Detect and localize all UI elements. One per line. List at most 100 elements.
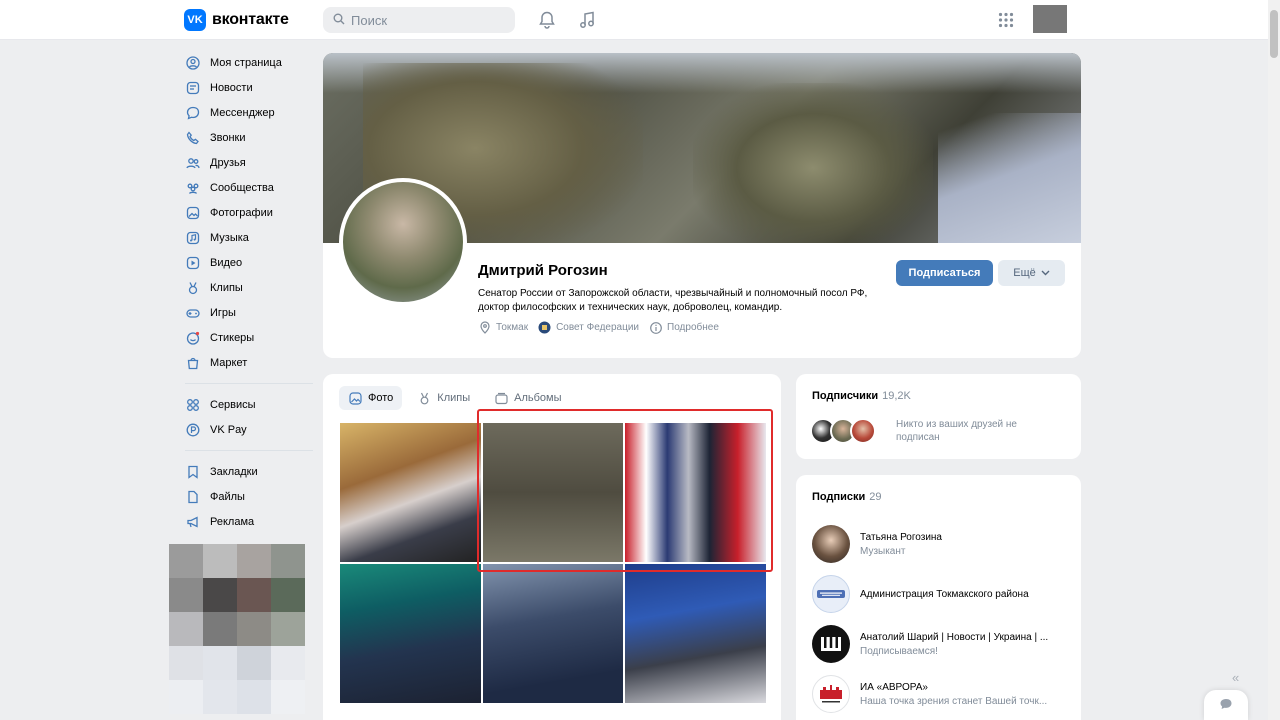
sidebar-item-photos[interactable]: Фотографии	[185, 200, 315, 225]
bell-icon[interactable]	[537, 10, 557, 30]
sidebar-item-clips[interactable]: Клипы	[185, 275, 315, 300]
gamepad-icon	[185, 305, 201, 321]
more-info-text: Подробнее	[667, 322, 719, 333]
subscribers-count: 19,2K	[882, 390, 911, 402]
sticker-icon	[185, 330, 201, 346]
list-item[interactable]: Администрация Токмакского района	[812, 569, 1072, 619]
list-item-subtitle: Подписываемся!	[860, 645, 938, 657]
photo-thumbnail[interactable]	[340, 564, 481, 703]
list-item[interactable]: Татьяна Рогозина Музыкант	[812, 519, 1072, 569]
phone-icon	[185, 130, 201, 146]
profile-card: Дмитрий Рогозин Сенатор России от Запоро…	[323, 53, 1081, 358]
avatar	[812, 675, 850, 713]
vk-logo[interactable]: VK вконтакте	[184, 9, 289, 31]
subscribers-card[interactable]: Подписчики 19,2K Никто из ваших друзей не…	[796, 374, 1081, 459]
sidebar-item-video[interactable]: Видео	[185, 250, 315, 275]
sidebar-item-games[interactable]: Игры	[185, 300, 315, 325]
photo-icon	[185, 205, 201, 221]
sidebar-item-label: Видео	[210, 256, 243, 269]
sidebar-item-label: Мессенджер	[210, 106, 275, 119]
search-box[interactable]	[323, 7, 515, 33]
photo-thumbnail[interactable]	[483, 564, 623, 703]
sidebar-item-services[interactable]: Сервисы	[185, 392, 315, 417]
sidebar-item-market[interactable]: Маркет	[185, 350, 315, 375]
top-bar: VK вконтакте	[0, 0, 1280, 40]
list-item[interactable]: ИА «АВРОРА» Наша точка зрения станет Ваш…	[812, 669, 1072, 719]
sidebar-item-my-page[interactable]: Моя страница	[185, 50, 315, 75]
avatar	[812, 525, 850, 563]
subscribe-button[interactable]: Подписаться	[896, 260, 993, 286]
vk-logo-icon: VK	[184, 9, 206, 31]
profile-avatar[interactable]	[339, 178, 467, 306]
tab-clips[interactable]: Клипы	[408, 386, 479, 410]
sidebar-item-vk-pay[interactable]: VK Pay	[185, 417, 315, 442]
sidebar-item-stickers[interactable]: Стикеры	[185, 325, 315, 350]
tab-label: Клипы	[437, 392, 471, 404]
left-sidebar: Моя страница Новости Мессенджер Звонки Д…	[185, 50, 315, 534]
sidebar-item-label: Игры	[210, 306, 236, 319]
file-icon	[185, 489, 201, 505]
sidebar-item-label: Новости	[210, 81, 253, 94]
tab-photos[interactable]: Фото	[339, 386, 403, 410]
photo-thumbnail[interactable]	[625, 564, 766, 703]
photo-icon	[348, 391, 362, 405]
tab-albums[interactable]: Альбомы	[485, 386, 570, 410]
search-input[interactable]	[351, 12, 501, 28]
subscribers-title-text: Подписчики	[812, 390, 879, 402]
apps-grid-icon[interactable]	[996, 10, 1016, 30]
chat-button[interactable]	[1204, 690, 1248, 720]
list-item-name: Анатолий Шарий | Новости | Украина | ...	[860, 631, 1049, 643]
list-item-subtitle: Музыкант	[860, 545, 906, 557]
user-avatar[interactable]	[1033, 5, 1067, 33]
sidebar-item-label: Сервисы	[210, 398, 256, 411]
scrollbar-thumb[interactable]	[1270, 10, 1278, 58]
chat-bubble-icon	[1219, 698, 1233, 713]
sidebar-item-files[interactable]: Файлы	[185, 484, 315, 509]
list-item[interactable]: Анатолий Шарий | Новости | Украина | ...…	[812, 619, 1072, 669]
clips-icon	[417, 391, 431, 405]
sidebar-item-label: Закладки	[210, 465, 258, 478]
org-item[interactable]: Совет Федерации	[538, 321, 639, 334]
avatar[interactable]	[850, 418, 876, 444]
music-note-icon[interactable]	[577, 10, 597, 30]
megaphone-icon	[185, 514, 201, 530]
more-info-link[interactable]: Подробнее	[649, 321, 719, 334]
more-actions-button[interactable]: Ещё	[998, 260, 1065, 286]
subscriptions-title-text: Подписки	[812, 491, 866, 503]
sidebar-item-calls[interactable]: Звонки	[185, 125, 315, 150]
sidebar-item-label: Стикеры	[210, 331, 255, 344]
search-icon	[333, 13, 345, 28]
sidebar-item-ads[interactable]: Реклама	[185, 509, 315, 534]
org-text: Совет Федерации	[556, 322, 640, 333]
subscriptions-card: Подписки 29 Татьяна Рогозина Музыкант Адм…	[796, 475, 1081, 720]
avatar	[812, 575, 850, 613]
profile-name: Дмитрий Рогозин	[478, 262, 608, 279]
list-item-name: Администрация Токмакского района	[860, 588, 1029, 600]
sidebar-item-label: Друзья	[210, 156, 246, 169]
photos-card: Фото Клипы Альбомы	[323, 374, 781, 720]
sidebar-item-bookmarks[interactable]: Закладки	[185, 459, 315, 484]
sidebar-item-news[interactable]: Новости	[185, 75, 315, 100]
location-item[interactable]: Токмак	[478, 321, 528, 334]
sidebar-item-communities[interactable]: Сообщества	[185, 175, 315, 200]
sidebar-item-music[interactable]: Музыка	[185, 225, 315, 250]
subscriptions-title[interactable]: Подписки 29	[812, 491, 882, 503]
sidebar-item-label: Файлы	[210, 490, 245, 503]
sidebar-divider	[185, 383, 313, 384]
scrollbar[interactable]	[1268, 0, 1280, 720]
collapse-chevron-icon[interactable]: «	[1232, 670, 1239, 685]
list-item-subtitle: Наша точка зрения станет Вашей точк...	[860, 695, 1048, 707]
org-logo-icon	[538, 321, 551, 334]
sidebar-item-messenger[interactable]: Мессенджер	[185, 100, 315, 125]
list-item-name: Татьяна Рогозина	[860, 531, 942, 543]
sidebar-item-label: Маркет	[210, 356, 248, 369]
profile-meta: Токмак Совет Федерации Подробнее	[478, 321, 719, 334]
chat-bubble-icon	[185, 105, 201, 121]
sidebar-item-label: Музыка	[210, 231, 249, 244]
sidebar-item-friends[interactable]: Друзья	[185, 150, 315, 175]
photo-tabs: Фото Клипы Альбомы	[339, 386, 571, 410]
photo-thumbnail[interactable]	[340, 423, 481, 562]
info-icon	[649, 321, 662, 334]
subscribers-note: Никто из ваших друзей не подписан	[896, 419, 1017, 443]
album-icon	[494, 391, 508, 405]
